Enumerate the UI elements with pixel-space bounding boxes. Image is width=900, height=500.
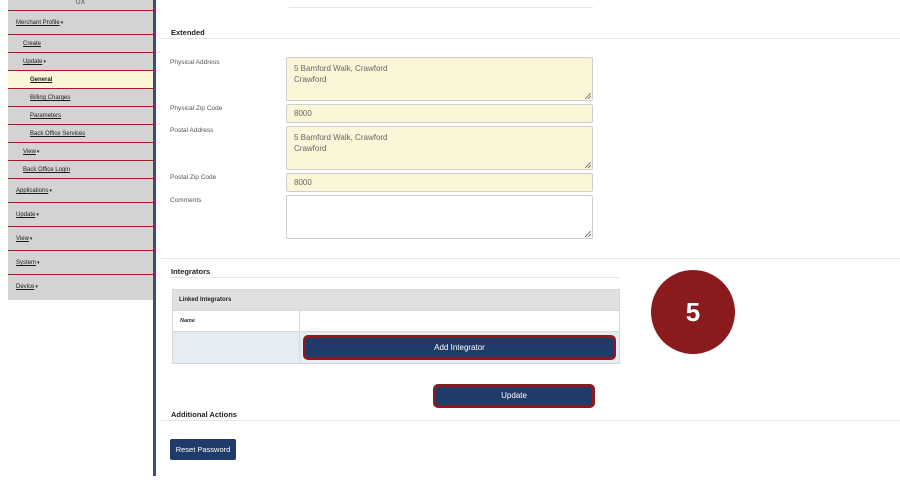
resize-handle-icon[interactable] [585,162,591,168]
add-integrator-button-label: Add Integrator [306,338,613,357]
table-header: Linked Integrators [173,290,619,310]
physical-address-line1: 5 Bamford Walk, Crawford [294,64,388,73]
section-rule [171,277,620,278]
sidebar-item-label: Applications [16,188,49,194]
physical-address-line2: Crawford [294,75,327,84]
reset-password-button[interactable]: Reset Password [170,439,236,460]
sidebar-top-label: UX [75,0,86,6]
sidebar-item-label: Parameters [30,113,62,119]
column-header-name: Name [173,311,300,331]
sidebar-item-label: Back Office Login [23,167,70,173]
sidebar-item-system[interactable]: System▾ [8,250,153,274]
comments-field[interactable] [286,195,593,239]
section-rule [161,38,900,39]
divider [289,7,593,8]
table-row: Name [173,310,619,331]
postal-address-field[interactable]: 5 Bamford Walk, Crawford Crawford [286,126,593,170]
caret-down-icon: ▾ [36,149,40,155]
resize-handle-icon[interactable] [585,231,591,237]
add-integrator-button[interactable]: Add Integrator [303,335,616,360]
sidebar-item-label: Update [23,59,43,65]
physical-zip-label: Physical Zip Code [170,105,223,112]
app-root: UX Merchant Profile▾ Create Update▾ Gene… [0,0,900,500]
physical-address-field[interactable]: 5 Bamford Walk, Crawford Crawford [286,57,593,101]
caret-down-icon: ▾ [49,188,52,194]
sidebar-item-general[interactable]: General [8,70,153,88]
main-content: Extended Physical Address 5 Bamford Walk… [156,0,900,500]
caret-down-icon: ▾ [35,284,38,290]
table-row: Add Integrator [173,331,619,363]
sidebar-item-label: Update [16,212,36,218]
step-badge: 5 [651,270,735,354]
sidebar-item-view-top[interactable]: View▾ [8,226,153,250]
comments-label: Comments [170,197,202,204]
section-rule [161,420,900,421]
sidebar-item-label: Billing Charges [30,95,71,101]
sidebar-item-label: View [23,149,36,155]
sidebar-item-merchant-profile[interactable]: Merchant Profile▾ [8,10,153,34]
sidebar-item-applications[interactable]: Applications▾ [8,178,153,202]
section-title-additional-actions: Additional Actions [171,410,237,419]
postal-zip-field[interactable]: 8000 [286,173,593,192]
sidebar-item-label: General [30,77,53,83]
postal-address-line1: 5 Bamford Walk, Crawford [294,133,388,142]
caret-down-icon: ▾ [29,236,33,242]
table-cell [300,311,619,331]
sidebar-item-update[interactable]: Update▾ [8,52,153,70]
sidebar-item-view[interactable]: View▾ [8,142,153,160]
sidebar-item-update-top[interactable]: Update▾ [8,202,153,226]
sidebar-nav: UX Merchant Profile▾ Create Update▾ Gene… [8,0,153,300]
section-title-extended: Extended [171,28,205,37]
update-button[interactable]: Update [433,384,595,408]
caret-down-icon: ▾ [36,212,39,218]
sidebar-item-label: Merchant Profile [16,20,60,26]
sidebar-item-parameters[interactable]: Parameters [8,106,153,124]
sidebar-item-label: Device [16,284,35,290]
table-cell: Add Integrator [300,332,619,363]
sidebar-item-label: System [16,260,37,266]
sidebar-item-billing-charges[interactable]: Billing Charges [8,88,153,106]
sidebar-item-back-office-services[interactable]: Back Office Services [8,124,153,142]
update-button-label: Update [436,387,592,405]
physical-address-label: Physical Address [170,59,220,66]
section-title-integrators: Integrators [171,267,211,276]
caret-down-icon: ▾ [60,20,64,26]
sidebar-item-label: View [16,236,29,242]
postal-address-label: Postal Address [170,127,214,134]
postal-address-line2: Crawford [294,144,327,153]
sidebar-item-device[interactable]: Device▾ [8,274,153,298]
section-rule [161,258,900,259]
sidebar-item-label: Create [23,41,42,47]
postal-zip-label: Postal Zip Code [170,174,217,181]
sidebar-item-back-office-login[interactable]: Back Office Login [8,160,153,178]
caret-down-icon: ▾ [37,260,40,266]
linked-integrators-table: Linked Integrators Name Add Integrator [172,289,620,364]
sidebar-item-create[interactable]: Create [8,34,153,52]
physical-zip-field[interactable]: 8000 [286,104,593,123]
table-cell [173,332,300,363]
sidebar-item-label: Back Office Services [30,131,86,137]
caret-down-icon: ▾ [43,59,46,65]
resize-handle-icon[interactable] [585,93,591,99]
